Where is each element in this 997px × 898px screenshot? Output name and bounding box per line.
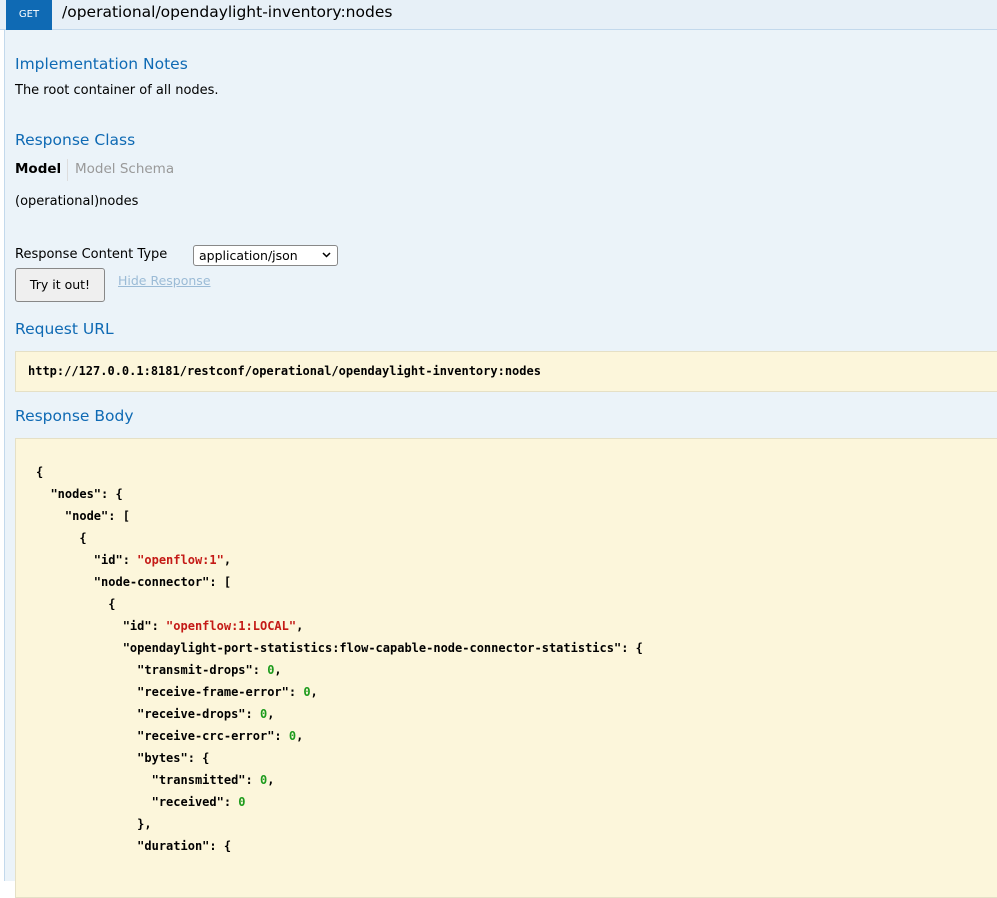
- code-number: 0: [238, 795, 246, 809]
- content-type-select[interactable]: application/json: [193, 245, 338, 266]
- code-punct: "transmitted":: [36, 773, 260, 787]
- code-punct: ,: [223, 553, 232, 567]
- code-line: "received": 0: [36, 791, 643, 813]
- tab-model-schema[interactable]: Model Schema: [75, 161, 174, 177]
- code-punct: "receive-crc-error":: [36, 729, 289, 743]
- code-punct: "bytes": {: [36, 751, 210, 765]
- code-punct: {: [36, 597, 116, 611]
- code-line: "transmitted": 0,: [36, 769, 643, 791]
- code-string: "openflow:1": [137, 553, 224, 567]
- code-punct: "received":: [36, 795, 239, 809]
- code-punct: "transmit-drops":: [36, 663, 268, 677]
- code-line: "receive-drops": 0,: [36, 703, 643, 725]
- code-line: "nodes": {: [36, 483, 643, 505]
- code-line: {: [36, 593, 643, 615]
- operation-content: Implementation Notes The root container …: [4, 30, 997, 898]
- tab-divider: [67, 159, 68, 181]
- code-line: "opendaylight-port-statistics:flow-capab…: [36, 637, 643, 659]
- request-url-box: http://127.0.0.1:8181/restconf/operation…: [15, 351, 997, 392]
- request-url-value: http://127.0.0.1:8181/restconf/operation…: [28, 364, 541, 378]
- code-punct: "receive-drops":: [36, 707, 260, 721]
- code-line: "bytes": {: [36, 747, 643, 769]
- code-punct: {: [36, 531, 87, 545]
- code-punct: ,: [310, 685, 318, 699]
- try-it-out-button[interactable]: Try it out!: [15, 268, 105, 302]
- code-line: {: [36, 461, 643, 483]
- code-punct: "receive-frame-error":: [36, 685, 304, 699]
- code-line: "id": "openflow:1:LOCAL",: [36, 615, 643, 637]
- code-punct: "node-connector": [: [36, 575, 232, 589]
- code-line: "node": [: [36, 505, 643, 527]
- implementation-notes-text: The root container of all nodes.: [15, 83, 219, 98]
- code-punct: {: [36, 465, 44, 479]
- tab-model[interactable]: Model: [15, 161, 61, 177]
- request-url-heading: Request URL: [15, 320, 114, 338]
- code-punct: "node": [: [36, 509, 130, 523]
- response-class-heading: Response Class: [15, 131, 136, 149]
- code-punct: ,: [296, 729, 304, 743]
- code-number: 0: [303, 685, 311, 699]
- code-line: "id": "openflow:1",: [36, 549, 643, 571]
- model-name: (operational)nodes: [15, 194, 139, 209]
- code-punct: "duration": {: [36, 839, 232, 853]
- code-punct: ,: [296, 619, 304, 633]
- operation-path[interactable]: /operational/opendaylight-inventory:node…: [62, 0, 392, 30]
- code-line: "transmit-drops": 0,: [36, 659, 643, 681]
- code-punct: ,: [274, 663, 282, 677]
- code-line: "node-connector": [: [36, 571, 643, 593]
- code-line: "receive-crc-error": 0,: [36, 725, 643, 747]
- code-line: "receive-frame-error": 0,: [36, 681, 643, 703]
- response-body-code: { "nodes": { "node": [ { "id": "openflow…: [36, 461, 643, 857]
- code-punct: ,: [267, 707, 275, 721]
- chevron-down-icon: [322, 246, 331, 265]
- content-type-label: Response Content Type: [15, 247, 168, 262]
- code-line: },: [36, 813, 643, 835]
- code-punct: "id":: [36, 619, 167, 633]
- hide-response-link[interactable]: Hide Response: [118, 273, 211, 288]
- code-punct: "opendaylight-port-statistics:flow-capab…: [36, 641, 643, 655]
- content-type-value: application/json: [199, 248, 298, 263]
- code-line: "duration": {: [36, 835, 643, 857]
- code-line: {: [36, 527, 643, 549]
- response-body-box: { "nodes": { "node": [ { "id": "openflow…: [15, 438, 997, 898]
- code-punct: ,: [267, 773, 275, 787]
- response-body-heading: Response Body: [15, 407, 134, 425]
- http-method-badge[interactable]: GET: [6, 0, 52, 30]
- code-punct: "id":: [36, 553, 138, 567]
- code-punct: },: [36, 817, 152, 831]
- code-punct: "nodes": {: [36, 487, 123, 501]
- operation-header[interactable]: GET /operational/opendaylight-inventory:…: [0, 0, 997, 30]
- code-string: "openflow:1:LOCAL": [166, 619, 297, 633]
- implementation-notes-heading: Implementation Notes: [15, 55, 188, 73]
